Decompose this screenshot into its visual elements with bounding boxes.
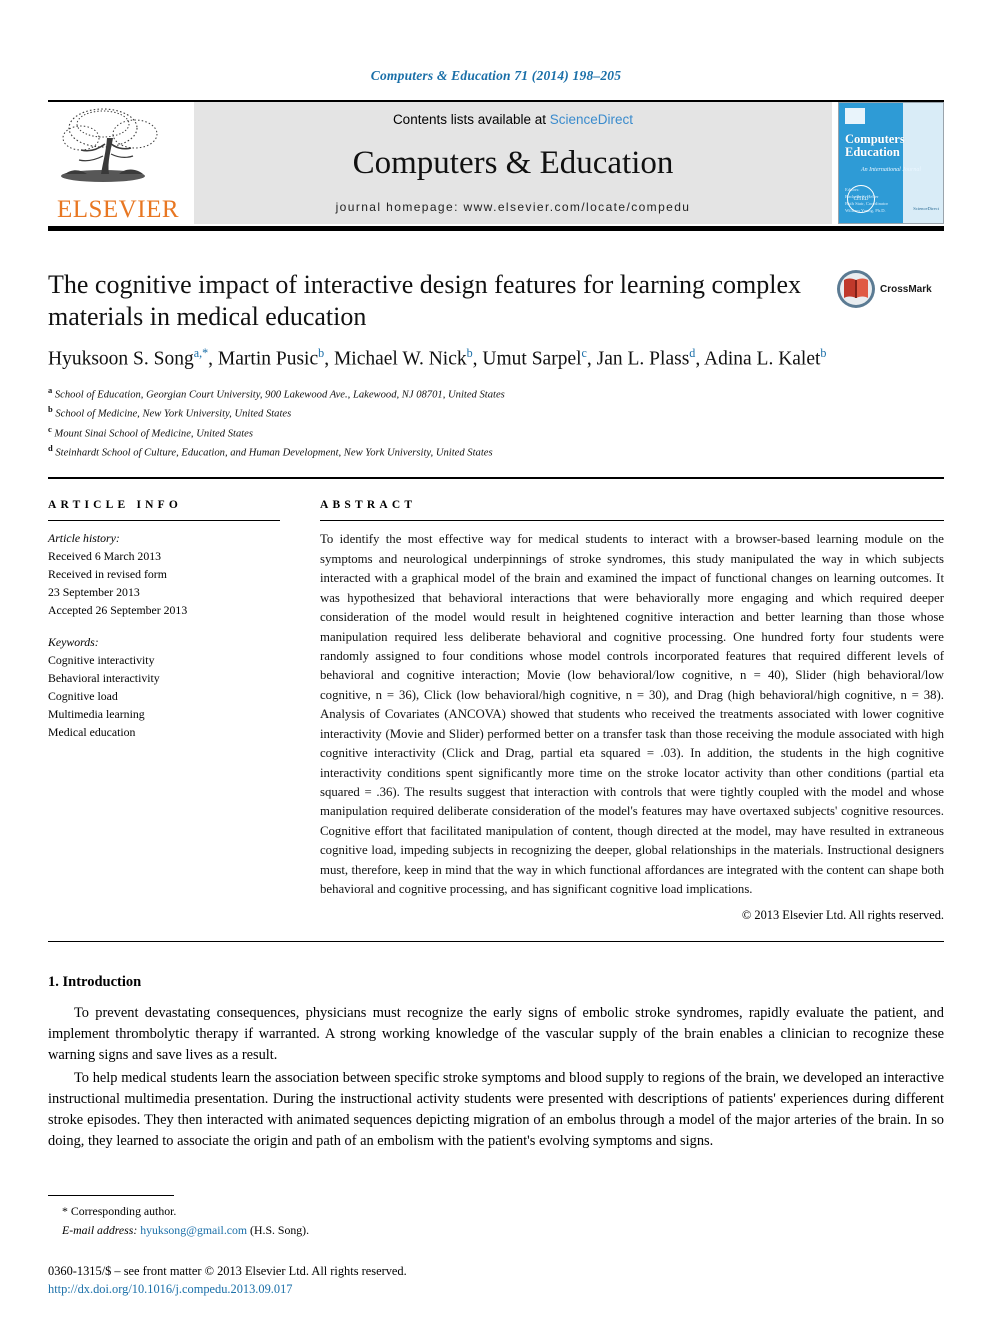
journal-banner: ELSEVIER Contents lists available at Sci…: [48, 102, 944, 224]
email-link[interactable]: hyuksong@gmail.com: [140, 1223, 247, 1237]
abstract-text: To identify the most effective way for m…: [320, 532, 944, 897]
paper-page: Computers & Education 71 (2014) 198–205: [0, 0, 992, 1323]
affiliation-item: a School of Education, Georgian Court Un…: [48, 384, 505, 401]
journal-title: Computers & Education: [352, 145, 674, 181]
body-paragraph: To prevent devastating consequences, phy…: [48, 1004, 944, 1063]
affiliation-item: d Steinhardt School of Culture, Educatio…: [48, 442, 493, 459]
cover-right-panel: [903, 103, 943, 223]
article-info-heading: ARTICLE INFO: [48, 499, 183, 512]
cover-title: Computers Education: [845, 132, 905, 160]
author-list: Hyuksoon S. Songa,*, Martin Pusicb, Mich…: [48, 346, 827, 370]
keywords-items: Cognitive interactivity Behavioral intera…: [48, 652, 280, 742]
keyword-item: Cognitive load: [48, 688, 118, 703]
issn-block: 0360-1315/$ – see front matter © 2013 El…: [48, 1262, 944, 1299]
journal-cover-thumbnail: Computers Education An International Jou…: [838, 102, 944, 224]
article-history-item: Received 6 March 2013: [48, 549, 162, 564]
journal-banner-center: Contents lists available at ScienceDirec…: [194, 102, 832, 224]
cover-publisher-mark: [845, 108, 865, 124]
article-history-item: Accepted 26 September 2013: [48, 603, 188, 618]
email-label: E-mail address:: [62, 1222, 138, 1237]
keywords-block: Keywords: Cognitive interactivity Behavio…: [48, 634, 280, 742]
elsevier-tree-icon: [61, 108, 158, 182]
keyword-item: Behavioral interactivity: [48, 670, 160, 685]
keyword-item: Medical education: [48, 724, 136, 739]
banner-bottom-rule: [48, 226, 944, 231]
abstract-heading: ABSTRACT: [320, 499, 417, 512]
email-suffix: (H.S. Song).: [250, 1222, 310, 1237]
info-abstract-row: ARTICLE INFO Article history: Received 6…: [48, 499, 944, 922]
sciencedirect-link[interactable]: ScienceDirect: [550, 112, 633, 127]
email-note: E-mail address: hyuksong@gmail.com (H.S.…: [48, 1221, 944, 1240]
cover-subtitle: An International Journal: [861, 167, 921, 173]
elsevier-logo: ELSEVIER: [48, 102, 188, 224]
body-paragraph: To help medical students learn the assoc…: [48, 1069, 944, 1149]
page-title: The cognitive impact of interactive desi…: [48, 270, 801, 331]
corresponding-author-note: * Corresponding author.: [62, 1204, 177, 1219]
article-history: Article history: Received 6 March 2013 Re…: [48, 530, 280, 620]
cover-sciencedirect-mark: ScienceDirect: [913, 206, 939, 211]
article-history-label: Article history:: [48, 531, 120, 546]
contents-list-line: Contents lists available at ScienceDirec…: [393, 112, 633, 127]
body-paragraphs: To prevent devastating consequences, phy…: [48, 1003, 944, 1152]
issn-line: 0360-1315/$ – see front matter © 2013 El…: [48, 1263, 407, 1278]
running-head: Computers & Education 71 (2014) 198–205: [370, 68, 622, 83]
abstract-top-rule: [48, 477, 944, 480]
affiliation-list: a School of Education, Georgian Court Un…: [48, 384, 944, 462]
elsevier-wordmark: ELSEVIER: [56, 196, 180, 223]
abstract-copyright: © 2013 Elsevier Ltd. All rights reserved…: [741, 907, 944, 922]
article-history-items: Received 6 March 2013 Received in revised…: [48, 548, 280, 620]
affiliation-item: c Mount Sinai School of Medicine, United…: [48, 423, 254, 440]
title-block: The cognitive impact of interactive desi…: [48, 269, 944, 332]
footnote-rule: [48, 1195, 174, 1197]
abstract-column: ABSTRACT To identify the most effective …: [280, 499, 944, 922]
cover-title-line1: Computers: [845, 132, 905, 146]
article-info-rule: [48, 520, 280, 522]
article-history-item: Received in revised form: [48, 567, 167, 582]
doi-link[interactable]: http://dx.doi.org/10.1016/j.compedu.2013…: [48, 1280, 944, 1299]
keywords-label: Keywords:: [48, 634, 99, 649]
crossmark-icon: [837, 270, 875, 308]
contents-prefix: Contents lists available at: [392, 112, 550, 127]
keyword-item: Cognitive interactivity: [48, 652, 155, 667]
keyword-item: Multimedia learning: [48, 706, 145, 721]
section-heading-introduction: 1. Introduction: [48, 973, 142, 990]
abstract-rule: [320, 520, 944, 522]
article-info-column: ARTICLE INFO Article history: Received 6…: [48, 499, 280, 922]
body-top-rule: [48, 940, 944, 942]
crossmark-label: CrossMark: [880, 283, 932, 295]
article-history-item: 23 September 2013: [48, 585, 140, 600]
affiliation-item: b School of Medicine, New York Universit…: [48, 404, 292, 420]
cover-title-line2: Education: [845, 145, 900, 160]
journal-homepage-link[interactable]: journal homepage: www.elsevier.com/locat…: [336, 200, 691, 214]
crossmark-badge[interactable]: CrossMark: [836, 269, 944, 309]
cover-seal-badge: CITED: [847, 185, 875, 213]
page-footer: * Corresponding author. E-mail address: …: [48, 1195, 944, 1299]
